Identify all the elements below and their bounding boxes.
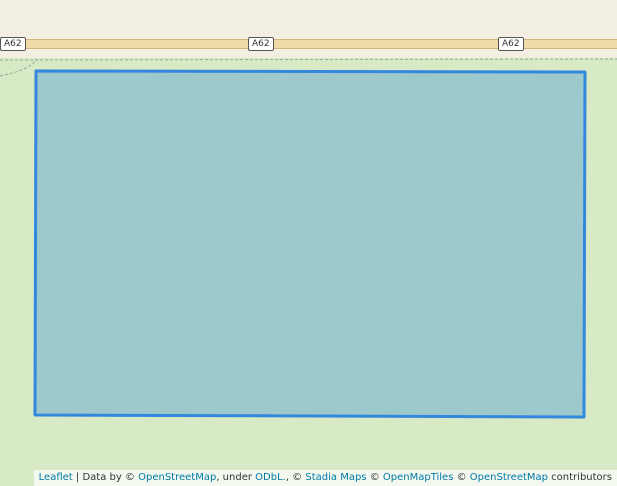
attribution-text: contributors [548, 472, 612, 483]
attribution-text: © [453, 472, 470, 483]
attribution-text: © [366, 472, 383, 483]
leaflet-link[interactable]: Leaflet [39, 472, 73, 483]
map-tiles [0, 0, 617, 486]
odbl-link[interactable]: ODbL. [255, 472, 286, 483]
openmaptiles-link[interactable]: OpenMapTiles [383, 472, 454, 483]
map-view[interactable]: A62 A62 A62 Leaflet | Data by © OpenStre… [0, 0, 617, 486]
road-label-a62: A62 [248, 37, 274, 51]
attribution-text: , under [216, 472, 256, 483]
openstreetmap-link[interactable]: OpenStreetMap [138, 472, 216, 483]
road-label-a62: A62 [498, 37, 524, 51]
attribution-text: | Data by © [72, 472, 139, 483]
area-polygon[interactable] [33, 69, 587, 419]
road-label-a62: A62 [0, 37, 26, 51]
openstreetmap-contributors-link[interactable]: OpenStreetMap [470, 472, 548, 483]
road-a62 [0, 40, 617, 48]
stadia-maps-link[interactable]: Stadia Maps [305, 472, 366, 483]
built-up-area [0, 0, 617, 58]
attribution-text: , © [285, 472, 306, 483]
map-attribution: Leaflet | Data by © OpenStreetMap, under… [33, 470, 617, 486]
